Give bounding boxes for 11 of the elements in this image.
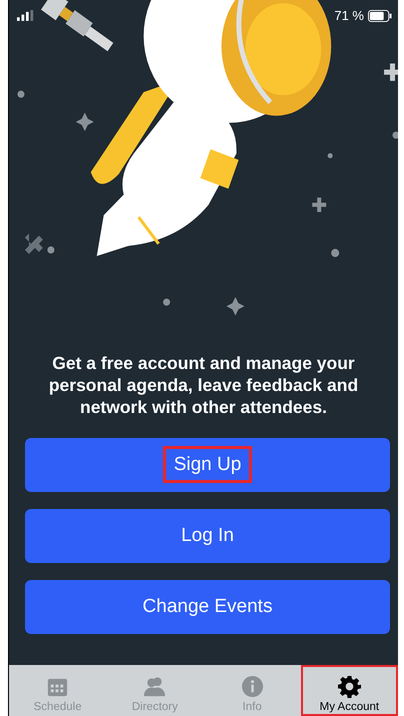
settings-icon bbox=[338, 675, 361, 698]
action-button[interactable]: Sign Up bbox=[25, 438, 390, 492]
battery-percent: 71 % bbox=[334, 8, 364, 23]
signal-icon bbox=[17, 10, 35, 21]
action-button[interactable]: Log In bbox=[25, 509, 390, 563]
action-button[interactable]: Change Events bbox=[25, 580, 390, 634]
people-icon bbox=[143, 675, 166, 698]
intro-text: Get a free account and manage your personal agenda, leave feedback and network with other attendees. bbox=[48, 352, 360, 418]
battery-icon bbox=[368, 10, 392, 22]
info-icon bbox=[240, 675, 264, 698]
tab-item[interactable]: My Account bbox=[300, 665, 398, 716]
